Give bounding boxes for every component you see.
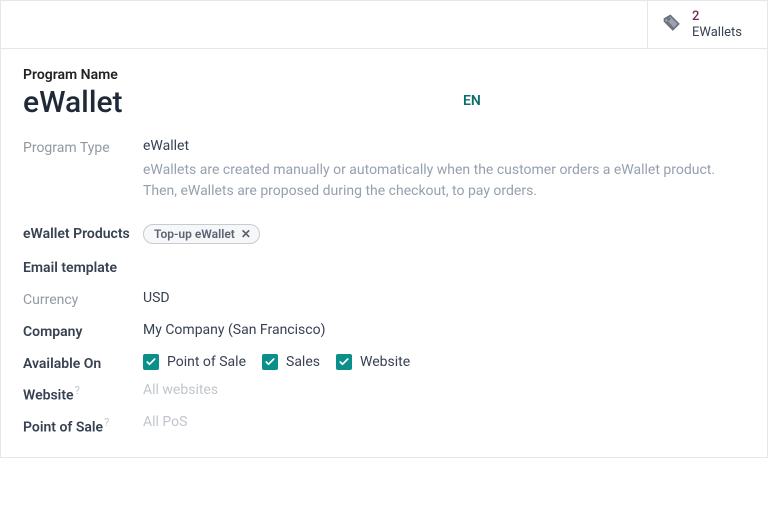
ewallet-product-tag-label: Top-up eWallet [154,227,235,241]
available-pos-label: Point of Sale [167,354,246,370]
available-on-label: Available On [23,354,143,372]
available-website-checkbox[interactable] [336,354,352,370]
ewallet-products-label: eWallet Products [23,224,143,242]
language-badge[interactable]: EN [463,85,481,109]
available-website-label: Website [360,354,410,370]
program-name-input[interactable]: eWallet [23,85,463,120]
ewallets-label: EWallets [692,25,742,41]
program-name-label: Program Name [23,67,745,83]
tags-icon [662,13,682,37]
program-type-value[interactable]: eWallet [143,138,745,154]
ewallet-product-tag[interactable]: Top-up eWallet ✕ [143,224,260,244]
program-type-label: Program Type [23,138,143,156]
stat-bar: 2 EWallets [1,1,767,49]
ewallets-stat-button[interactable]: 2 EWallets [647,1,767,48]
available-pos-checkbox[interactable] [143,354,159,370]
help-icon[interactable]: ? [104,416,109,429]
available-sales-label: Sales [286,354,320,370]
pos-label: Point of Sale? [23,414,143,436]
program-type-help: eWallets are created manually or automat… [143,160,745,202]
remove-tag-icon[interactable]: ✕ [241,227,251,241]
website-label: Website? [23,382,143,404]
currency-value[interactable]: USD [143,290,745,306]
available-sales-checkbox[interactable] [262,354,278,370]
email-template-label: Email template [23,258,143,276]
ewallets-count: 2 [692,9,742,25]
website-input[interactable]: All websites [143,382,745,398]
help-icon[interactable]: ? [75,384,80,397]
company-label: Company [23,322,143,340]
company-value[interactable]: My Company (San Francisco) [143,322,745,338]
currency-label: Currency [23,290,143,308]
pos-input[interactable]: All PoS [143,414,745,430]
